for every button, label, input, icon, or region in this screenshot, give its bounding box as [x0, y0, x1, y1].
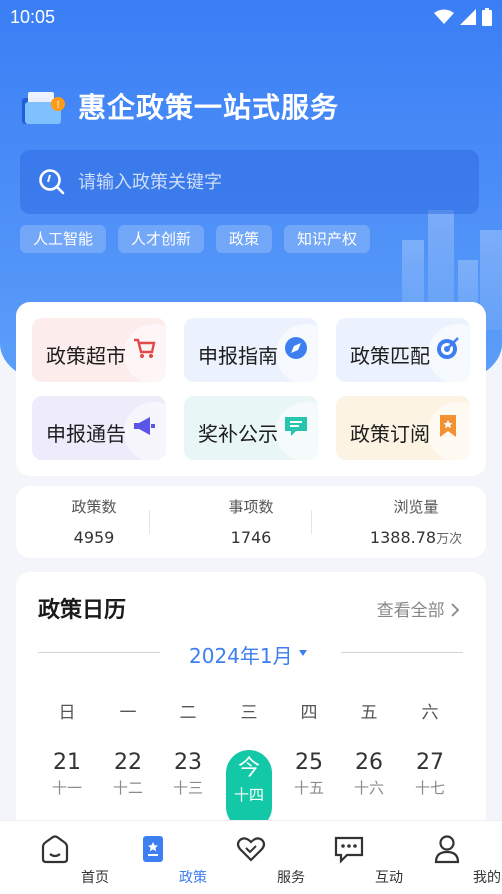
battery-icon — [482, 8, 492, 26]
service-award-notice[interactable]: 奖补公示 — [184, 396, 318, 460]
calendar-day[interactable]: 26 十六 — [344, 750, 394, 798]
tab-label: 我的 — [473, 870, 501, 886]
service-label: 政策超市 — [46, 344, 126, 368]
app-title: 惠企政策一站式服务 — [78, 91, 340, 124]
service-label: 申报指南 — [198, 344, 278, 368]
message-board-icon — [285, 417, 307, 436]
wifi-icon — [434, 9, 454, 24]
weekday-label: 日 — [58, 703, 76, 723]
stat-value: 1746 — [230, 528, 272, 547]
calendar-day[interactable]: 23 十三 — [163, 750, 213, 798]
policy-icon — [143, 836, 163, 862]
status-bar: 10:05 — [0, 0, 502, 34]
tag-policy[interactable]: 政策 — [216, 225, 273, 253]
service-policy-subscribe[interactable]: 政策订阅 — [336, 396, 470, 460]
stats-panel: 政策数 4959 事项数 1746 浏览量 1388.78万次 — [16, 486, 486, 558]
stat-label: 事项数 — [228, 498, 274, 516]
calendar-day[interactable]: 25 十五 — [284, 750, 334, 798]
service-label: 政策匹配 — [350, 344, 430, 368]
hot-tags: 人工智能 人才创新 政策 知识产权 — [20, 225, 371, 253]
weekday-label: 六 — [421, 703, 439, 723]
user-icon — [434, 835, 460, 864]
target-icon — [437, 337, 459, 359]
bottom-tab-bar: 首页 政策 服务 互动 我的 — [0, 820, 502, 894]
weekday-label: 五 — [360, 703, 378, 723]
service-label: 政策订阅 — [350, 422, 430, 446]
view-all-link[interactable]: 查看全部 — [377, 596, 460, 621]
weekday-label: 二 — [179, 703, 197, 723]
search-input[interactable] — [78, 171, 438, 193]
signal-icon — [460, 9, 476, 25]
home-icon — [41, 835, 69, 864]
calendar-day-today[interactable]: 今十四 — [224, 750, 274, 805]
weekday-label: 一 — [119, 703, 137, 723]
compass-icon — [285, 337, 307, 359]
stat-value: 1388.78万次 — [369, 528, 463, 547]
status-icons — [434, 8, 492, 26]
chat-icon — [334, 836, 364, 864]
service-apply-guide[interactable]: 申报指南 — [184, 318, 318, 382]
stat-views: 浏览量 1388.78万次 — [338, 486, 494, 558]
service-policy-market[interactable]: 政策超市 — [32, 318, 166, 382]
tab-policy[interactable]: 政策 — [113, 821, 207, 894]
tab-home[interactable]: 首页 — [15, 821, 109, 894]
weekday-label: 三 — [240, 703, 258, 723]
service-policy-match[interactable]: 政策匹配 — [336, 318, 470, 382]
tab-interact[interactable]: 互动 — [309, 821, 403, 894]
divider — [149, 510, 150, 534]
caret-down-icon[interactable] — [299, 650, 307, 656]
calendar-day[interactable]: 22 十二 — [103, 750, 153, 798]
tab-mine[interactable]: 我的 — [407, 821, 501, 894]
service-apply-notice[interactable]: 申报通告 — [32, 396, 166, 460]
svg-text:!: ! — [57, 100, 60, 111]
heart-icon — [236, 837, 266, 862]
folder-logo-icon: ! — [22, 92, 65, 124]
brand: ! 惠企政策一站式服务 — [22, 86, 339, 126]
calendar-title: 政策日历 — [38, 598, 127, 623]
stat-label: 浏览量 — [393, 498, 439, 516]
stat-item-count: 事项数 1746 — [173, 486, 329, 558]
tag-talent[interactable]: 人才创新 — [118, 225, 205, 253]
calendar-day[interactable]: 21 十一 — [42, 750, 92, 798]
tag-ai[interactable]: 人工智能 — [20, 225, 107, 253]
service-label: 奖补公示 — [198, 422, 278, 446]
bookmark-icon — [440, 415, 456, 437]
tab-service[interactable]: 服务 — [211, 821, 305, 894]
search-bar[interactable] — [20, 150, 479, 214]
tag-ip[interactable]: 知识产权 — [284, 225, 371, 253]
megaphone-icon — [134, 417, 155, 435]
stat-unit: 万次 — [436, 532, 463, 547]
divider — [341, 652, 463, 653]
cart-icon — [134, 338, 156, 358]
weekday-label: 四 — [300, 703, 318, 723]
calendar-day[interactable]: 27 十七 — [405, 750, 455, 798]
search-icon — [39, 169, 65, 195]
status-time: 10:05 — [10, 7, 56, 27]
service-grid: 政策超市 申报指南 政策匹配 申报通告 奖补公示 政策订阅 — [16, 302, 486, 476]
service-label: 申报通告 — [46, 422, 126, 446]
chevron-right-icon — [451, 603, 460, 617]
divider — [311, 510, 312, 534]
month-selector[interactable]: 2024年1月 — [189, 640, 293, 669]
divider — [38, 652, 160, 653]
